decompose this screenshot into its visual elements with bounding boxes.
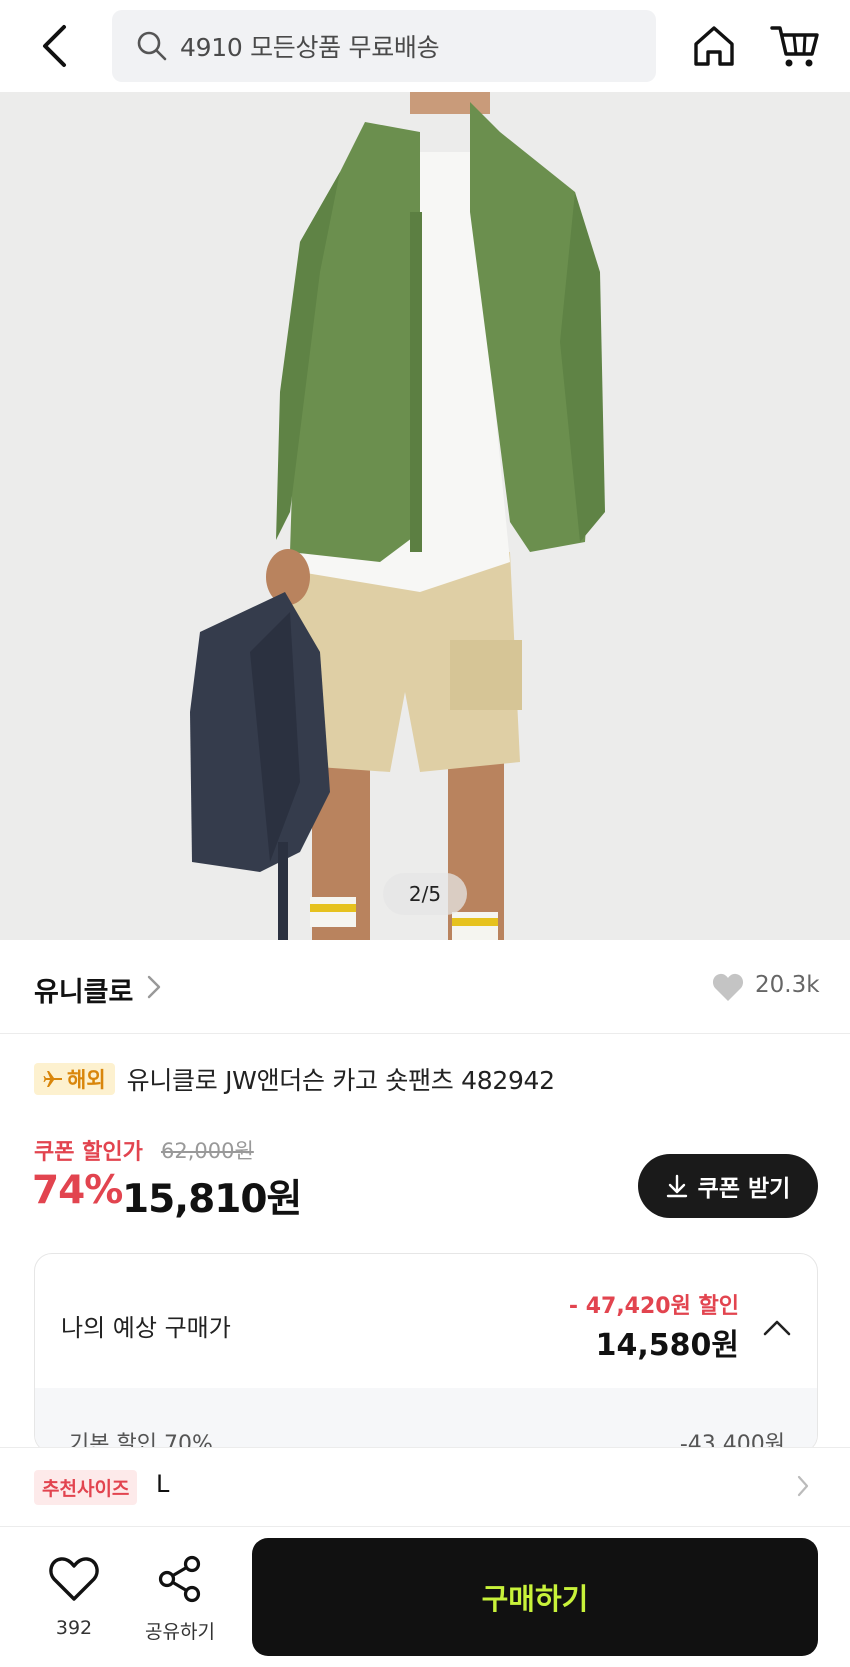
favorite-count: 392 [55,1617,93,1639]
brand-link[interactable]: 유니클로 [34,970,133,1009]
recommended-size-badge: 추천사이즈 [34,1470,138,1505]
brand-row: 유니클로 20.3k [0,940,850,1034]
heart-outline-icon [49,1557,99,1601]
recommended-size-row[interactable]: 추천사이즈 L [0,1447,850,1527]
heart-icon[interactable] [712,972,744,1002]
chevron-left-icon [43,25,66,67]
expected-price-label: 나의 예상 구매가 [61,1314,231,1342]
buy-button-label: 구매하기 [481,1582,589,1616]
home-icon [694,26,734,66]
overseas-badge-label: 해외 [67,1068,106,1092]
recommended-size-value: L [156,1470,170,1498]
like-count: 20.3k [755,972,820,998]
share-label: 공유하기 [145,1621,215,1643]
home-button[interactable] [690,22,738,70]
coupon-price-label: 쿠폰 할인가 [34,1140,143,1165]
chevron-up-icon[interactable] [761,1314,793,1342]
chevron-right-icon [797,1475,809,1497]
sale-price: 15,810원 [122,1177,302,1222]
bottom-action-bar: 392 공유하기 구매하기 [0,1527,850,1667]
discount-rate: 74% [32,1168,123,1213]
gallery-pager: 2/5 [383,873,467,915]
top-bar: 4910 모든상품 무료배송 [0,0,850,92]
product-photo [0,92,850,940]
original-price: 62,000원 [161,1139,254,1163]
back-button[interactable] [30,20,78,72]
cart-button[interactable] [770,22,820,70]
chevron-right-icon[interactable] [146,974,162,1000]
product-image-carousel[interactable] [0,92,850,940]
buy-button[interactable]: 구매하기 [252,1538,818,1656]
cart-icon [770,26,819,67]
expected-price-card: 나의 예상 구매가 - 47,420원 할인 14,580원 기본 할인 70%… [34,1253,818,1453]
expected-price: 14,580원 [595,1328,739,1363]
search-placeholder: 4910 모든상품 무료배송 [180,33,440,62]
search-input[interactable]: 4910 모든상품 무료배송 [112,10,656,82]
product-title-row: 해외 유니클로 JW앤더슨 카고 숏팬츠 482942 [34,1061,555,1097]
share-icon [158,1555,201,1603]
product-title: 유니클로 JW앤더슨 카고 숏팬츠 482942 [126,1066,555,1095]
expected-discount: - 47,420원 할인 [568,1294,739,1319]
get-coupon-button[interactable]: 쿠폰 받기 [638,1154,818,1218]
airplane-icon [43,1071,62,1087]
discount-detail-row: 기본 할인 70% -43,400원 [35,1388,817,1452]
overseas-badge: 해외 [34,1063,115,1095]
search-icon [137,31,167,61]
download-icon [666,1174,687,1198]
share-button[interactable]: 공유하기 [138,1555,222,1655]
get-coupon-label: 쿠폰 받기 [697,1176,791,1202]
favorite-button[interactable]: 392 [44,1555,104,1655]
